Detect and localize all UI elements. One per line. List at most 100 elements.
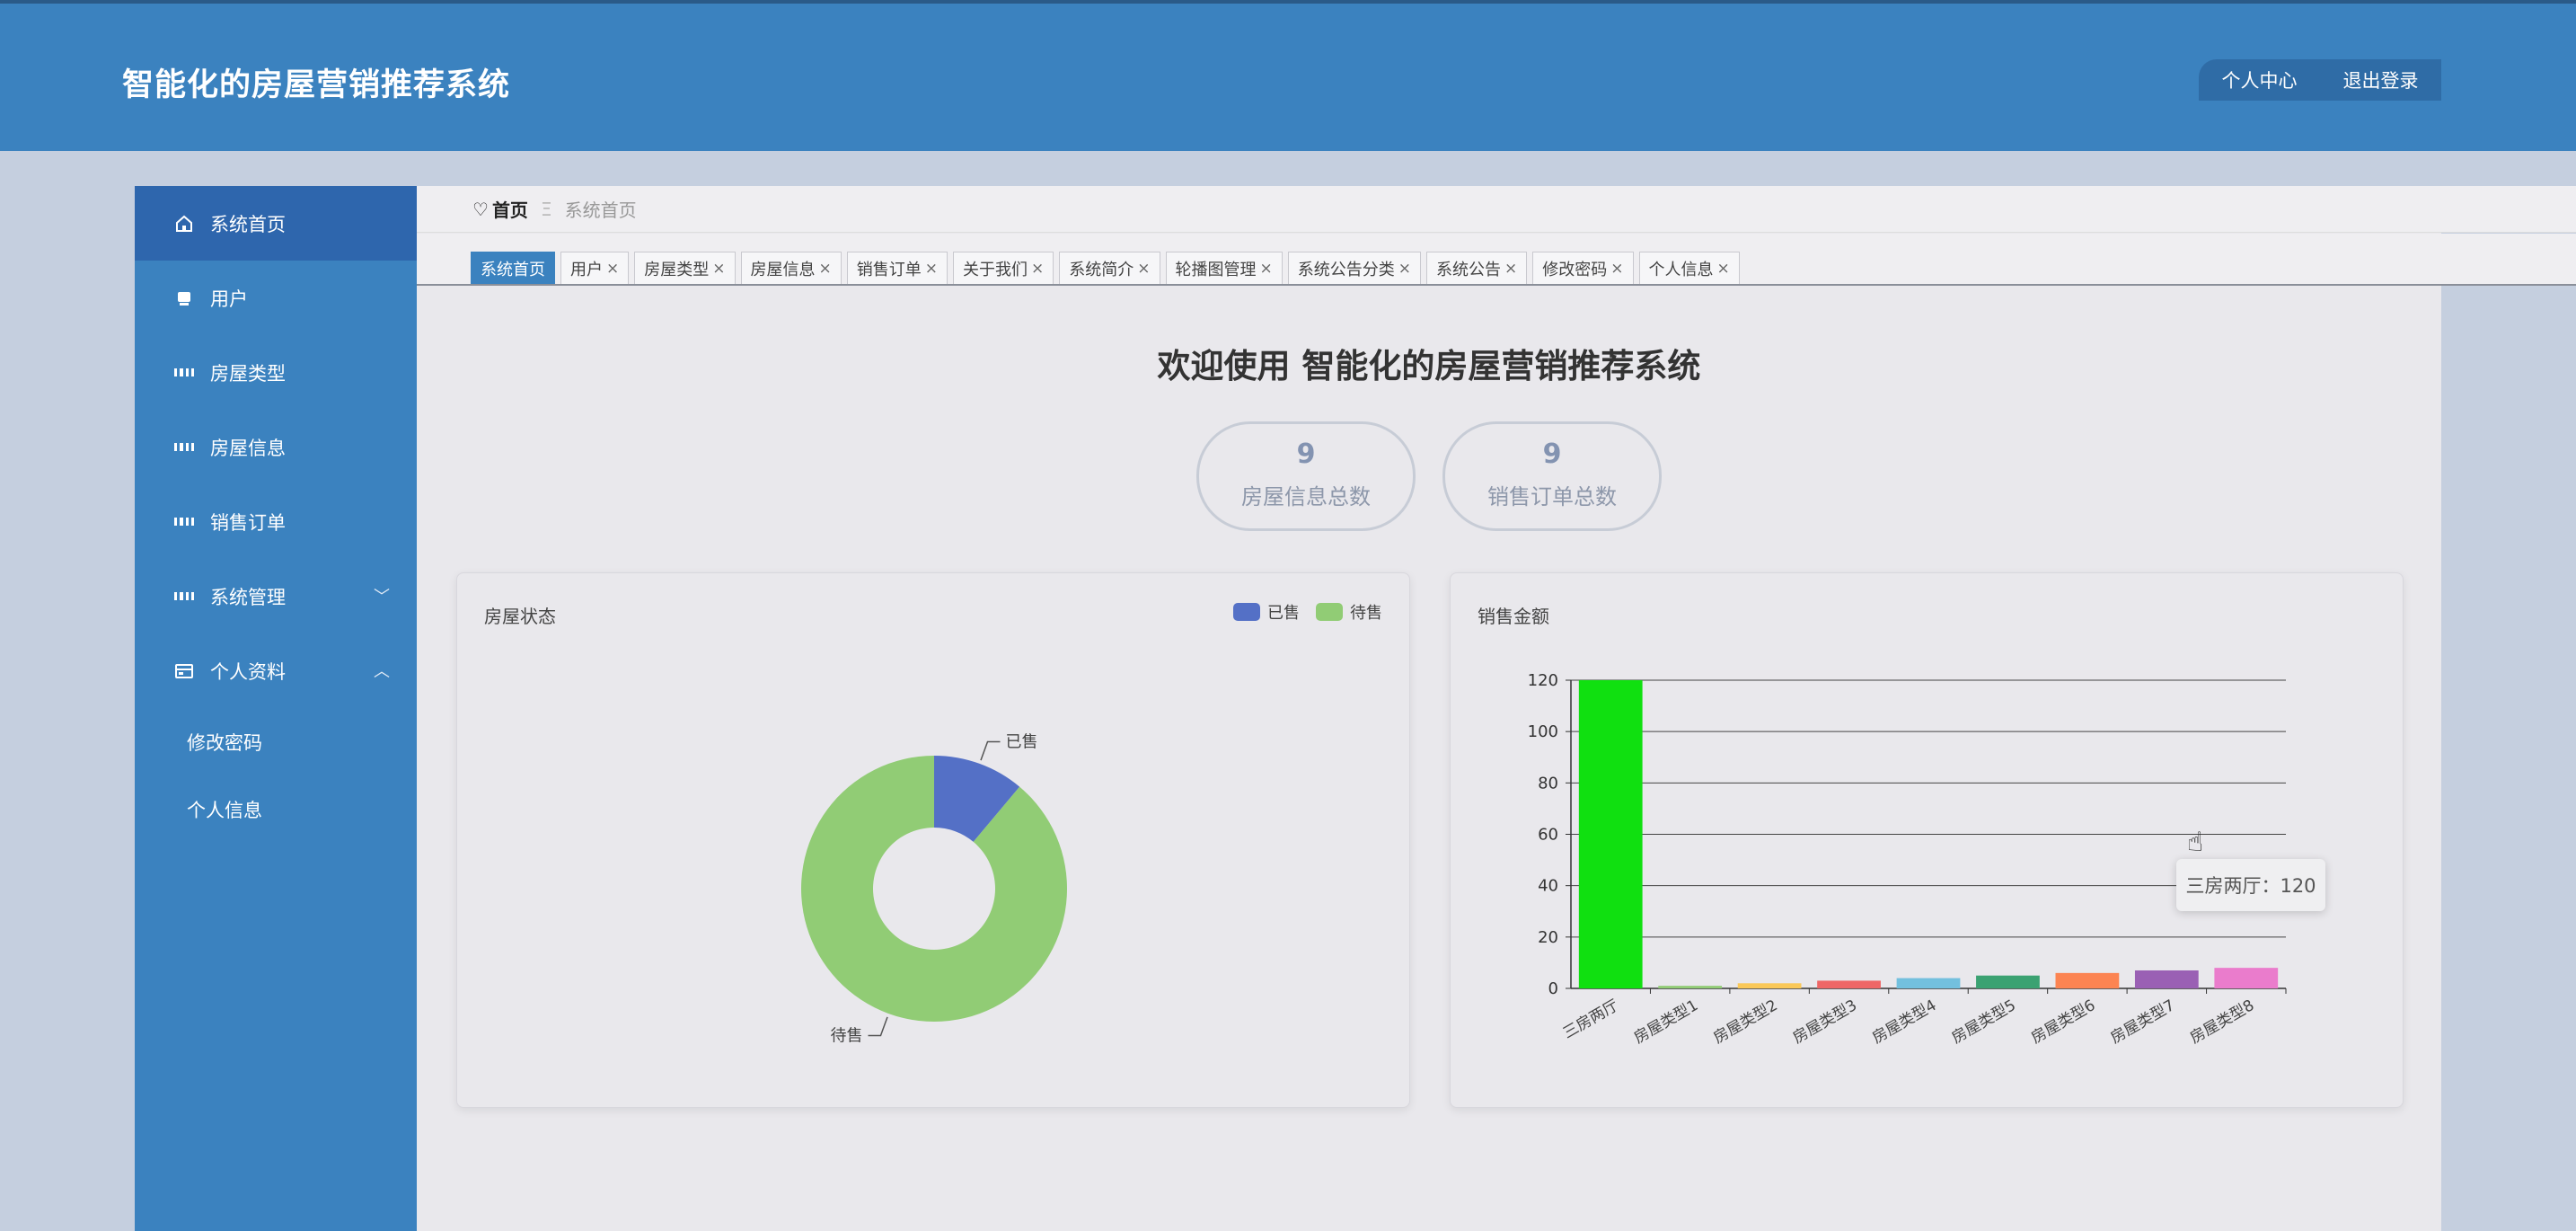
- tab-label: 系统公告分类: [1297, 260, 1395, 279]
- main-content: ♡ 首页 Ξ 系统首页 系统首页 用户 × 房屋类型 × 房屋信息 × 销售订单 × 关于我们 × 系…: [417, 186, 2576, 1231]
- breadcrumb-separator: Ξ: [540, 198, 552, 220]
- sidebar-item-system-management[interactable]: 系统管理 ﹀: [135, 559, 417, 633]
- tab-item[interactable]: 系统公告分类 ×: [1287, 252, 1421, 284]
- tab-label: 修改密码: [1542, 260, 1608, 279]
- sidebar-item-user[interactable]: 用户: [135, 261, 417, 335]
- close-icon[interactable]: ×: [1260, 260, 1273, 278]
- bar[interactable]: [2055, 972, 2120, 988]
- logout-link[interactable]: 退出登录: [2343, 66, 2419, 93]
- stat-house-total: 9 房屋信息总数: [1196, 421, 1416, 531]
- x-tick-label: 房屋类型8: [2187, 996, 2257, 1048]
- close-icon[interactable]: ×: [1610, 260, 1623, 278]
- tab-label: 房屋信息: [750, 260, 816, 279]
- grid-icon: [174, 438, 194, 457]
- tab-item[interactable]: 房屋信息 ×: [740, 252, 842, 284]
- close-icon[interactable]: ×: [925, 260, 938, 278]
- close-icon[interactable]: ×: [1031, 260, 1044, 278]
- bar[interactable]: [1896, 978, 1961, 988]
- personal-center-link[interactable]: 个人中心: [2222, 66, 2298, 93]
- pie-slice-label: 已售: [1006, 732, 1038, 751]
- breadcrumb-current: 系统首页: [564, 199, 637, 221]
- tab-item[interactable]: 系统公告 ×: [1426, 252, 1528, 284]
- bar[interactable]: [1578, 680, 1643, 988]
- close-icon[interactable]: ×: [819, 260, 832, 278]
- grid-icon: [174, 587, 194, 607]
- sidebar-item-sales-order[interactable]: 销售订单: [135, 484, 417, 559]
- close-icon[interactable]: ×: [606, 260, 619, 278]
- sidebar-item-house-type[interactable]: 房屋类型: [135, 335, 417, 410]
- y-tick-label: 40: [1538, 877, 1558, 896]
- chevron-down-icon: ﹀: [374, 588, 390, 607]
- tabs-bar: 系统首页 用户 × 房屋类型 × 房屋信息 × 销售订单 × 关于我们 × 系统简介 × 轮播图管理 × 系统…: [417, 234, 2576, 286]
- tab-item[interactable]: 关于我们 ×: [953, 252, 1054, 284]
- bar[interactable]: [2134, 970, 2199, 988]
- y-tick-label: 80: [1538, 774, 1558, 793]
- legend-item[interactable]: 待售: [1316, 600, 1382, 624]
- tab-item[interactable]: 用户 ×: [560, 252, 630, 284]
- top-header: 智能化的房屋营销推荐系统 个人中心 退出登录: [0, 0, 2576, 151]
- bar[interactable]: [1658, 986, 1723, 988]
- grid-icon: [174, 512, 194, 532]
- sidebar-item-label: 系统首页: [210, 213, 286, 235]
- tab-item[interactable]: 修改密码 ×: [1532, 252, 1634, 284]
- tab-item[interactable]: 销售订单 ×: [846, 252, 948, 284]
- y-tick-label: 0: [1548, 979, 1558, 998]
- close-icon[interactable]: ×: [712, 260, 725, 278]
- chart-tooltip: 三房两厅：120: [2176, 859, 2325, 911]
- tab-item[interactable]: 系统首页: [471, 252, 555, 284]
- x-tick-label: 房屋类型1: [1631, 996, 1701, 1048]
- hand-cursor-icon: ☝: [2187, 827, 2204, 858]
- tab-item[interactable]: 轮播图管理 ×: [1165, 252, 1283, 284]
- user-icon: [174, 288, 194, 308]
- sidebar-item-personal-profile[interactable]: 个人资料 ︿: [135, 633, 417, 708]
- chart-title: 销售金额: [1478, 606, 1549, 627]
- house-status-chart: 已售待售: [801, 732, 1067, 1046]
- breadcrumb: ♡ 首页 Ξ 系统首页: [417, 186, 2576, 233]
- sidebar-item-home[interactable]: 系统首页: [135, 186, 417, 261]
- app-title: 智能化的房屋营销推荐系统: [122, 67, 511, 103]
- bar[interactable]: [1817, 980, 1881, 988]
- heart-icon: ♡: [472, 198, 489, 220]
- y-tick-label: 20: [1538, 928, 1558, 947]
- sales-amount-chart: 020406080100120三房两厅 房屋类型1 房屋类型2 房屋类型3 房屋类型4 房…: [1528, 671, 2287, 1048]
- x-tick-label: 房屋类型3: [1790, 996, 1860, 1048]
- tab-item[interactable]: 系统简介 ×: [1059, 252, 1160, 284]
- legend-item[interactable]: 已售: [1233, 600, 1300, 624]
- top-actions: 个人中心 退出登录: [2199, 59, 2441, 101]
- sidebar-item-house-info[interactable]: 房屋信息: [135, 410, 417, 484]
- bar[interactable]: [2214, 968, 2279, 988]
- tab-label: 系统公告: [1436, 260, 1501, 279]
- chart-title: 房屋状态: [484, 606, 556, 627]
- sidebar-item-label: 房屋信息: [210, 437, 286, 459]
- pie-slice-label: 待售: [830, 1027, 862, 1046]
- tab-label: 轮播图管理: [1175, 260, 1257, 279]
- sidebar-subitem-personal-info[interactable]: 个人信息: [135, 775, 417, 843]
- pie-slice[interactable]: [801, 756, 1067, 1022]
- x-tick-label: 房屋类型5: [1949, 996, 2019, 1048]
- close-icon[interactable]: ×: [1504, 260, 1517, 278]
- house-status-chart-card: 已售 待售 房屋状态 已售 待售: [456, 572, 1410, 1108]
- legend-swatch: [1233, 603, 1260, 621]
- sidebar-item-label: 系统管理: [210, 586, 286, 608]
- breadcrumb-home[interactable]: ♡ 首页: [472, 196, 528, 222]
- pie-label-line: [868, 1016, 888, 1037]
- sidebar-item-label: 房屋类型: [210, 362, 286, 385]
- tab-item[interactable]: 个人信息 ×: [1638, 252, 1740, 284]
- tab-label: 系统简介: [1069, 260, 1134, 279]
- bar[interactable]: [1976, 975, 2040, 988]
- bar[interactable]: [1737, 983, 1802, 988]
- legend-label: 待售: [1350, 604, 1382, 623]
- tab-item[interactable]: 房屋类型 ×: [634, 252, 736, 284]
- sidebar-item-label: 个人资料: [210, 660, 286, 683]
- close-icon[interactable]: ×: [1137, 260, 1150, 278]
- sidebar-subitem-change-password[interactable]: 修改密码: [135, 708, 417, 775]
- tab-label: 系统首页: [481, 260, 545, 279]
- x-tick-label: 房屋类型7: [2108, 996, 2178, 1048]
- sales-amount-chart-card: 0 20 40 60 80 100 120 三房两厅 房屋类型1 房屋类型2 房屋类型3 房屋类型4 房…: [1450, 572, 2404, 1108]
- close-icon[interactable]: ×: [1717, 260, 1730, 278]
- y-tick-label: 120: [1528, 671, 1558, 690]
- profile-card-icon: [174, 661, 194, 681]
- close-icon[interactable]: ×: [1398, 260, 1411, 278]
- sidebar-item-label: 用户: [210, 288, 248, 310]
- tab-label: 销售订单: [856, 260, 922, 279]
